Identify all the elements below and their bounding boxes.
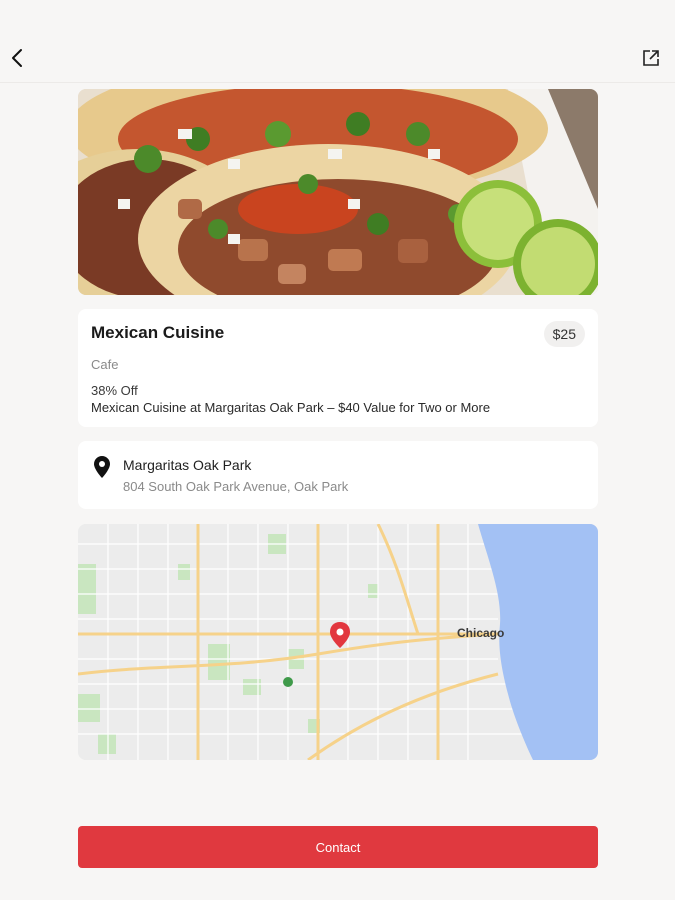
venue-address: 804 South Oak Park Avenue, Oak Park bbox=[123, 479, 349, 494]
share-button[interactable] bbox=[641, 48, 661, 68]
price-badge: $25 bbox=[543, 321, 585, 347]
deal-info-card: Mexican Cuisine $25 Cafe 38% Off Mexican… bbox=[78, 309, 598, 427]
deal-title: Mexican Cuisine bbox=[91, 323, 225, 342]
location-map[interactable]: Chicago bbox=[78, 524, 598, 760]
contact-button[interactable]: Contact bbox=[78, 826, 598, 868]
location-pin-icon bbox=[94, 456, 110, 478]
back-button[interactable] bbox=[6, 46, 30, 70]
location-card[interactable]: Margaritas Oak Park 804 South Oak Park A… bbox=[78, 441, 598, 509]
map-city-label: Chicago bbox=[457, 626, 505, 640]
chevron-left-icon bbox=[12, 49, 22, 67]
external-share-icon bbox=[643, 50, 659, 66]
deal-hero-image bbox=[78, 89, 598, 295]
deal-category: Cafe bbox=[91, 357, 119, 372]
venue-name: Margaritas Oak Park bbox=[123, 457, 252, 473]
discount-label: 38% Off bbox=[91, 383, 138, 398]
top-bar bbox=[0, 0, 675, 83]
deal-description: Mexican Cuisine at Margaritas Oak Park –… bbox=[91, 400, 491, 415]
